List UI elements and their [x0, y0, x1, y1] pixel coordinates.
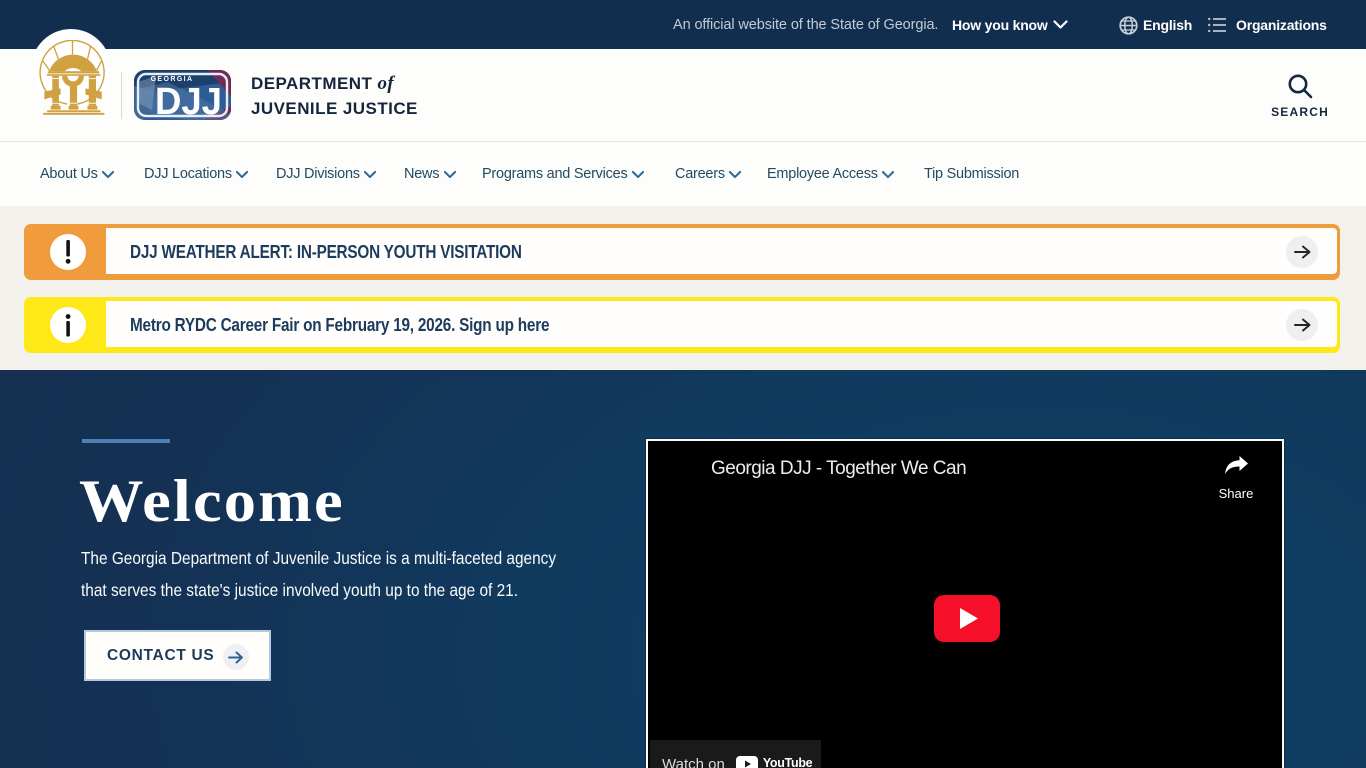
svg-text:DJJ: DJJ	[155, 81, 222, 120]
